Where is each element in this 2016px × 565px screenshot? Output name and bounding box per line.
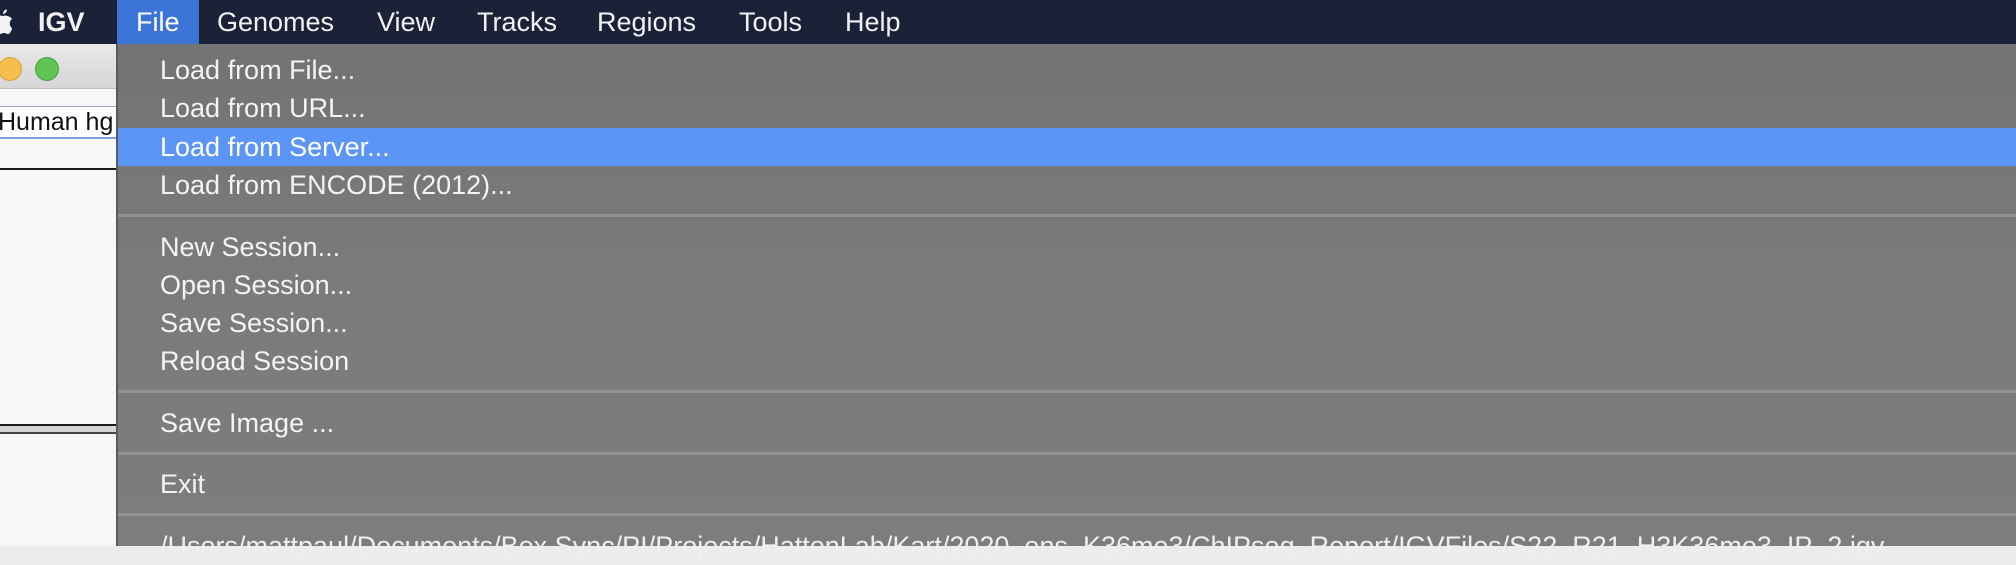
window-titlebar [0,44,118,89]
genome-dropdown-value: Human hg [0,108,114,136]
menu-separator [118,390,2016,393]
menu-tracks[interactable]: Tracks [458,0,576,44]
file-menu-dropdown: Load from File... Load from URL... Load … [116,44,2016,561]
panel-splitter[interactable] [0,424,118,434]
menu-item-recent-session[interactable]: /Users/mattpaul/Documents/Box Sync/PI/Pr… [118,527,2016,565]
menu-app-igv[interactable]: IGV [19,0,104,44]
menu-separator [118,214,2016,217]
menu-genomes[interactable]: Genomes [198,0,353,44]
menu-file[interactable]: File [117,0,199,44]
zoom-button[interactable] [35,57,59,81]
minimize-button[interactable] [0,57,22,81]
menu-item-save-session[interactable]: Save Session... [118,304,2016,342]
menu-separator [118,513,2016,516]
genome-dropdown[interactable]: Human hg [0,106,118,139]
menu-help[interactable]: Help [826,0,920,44]
menu-regions[interactable]: Regions [578,0,715,44]
menu-item-load-from-url[interactable]: Load from URL... [118,89,2016,127]
menubar: IGV File Genomes View Tracks Regions Too… [0,0,2016,44]
menu-separator [118,452,2016,455]
menu-item-exit[interactable]: Exit [118,465,2016,503]
menu-item-load-from-encode[interactable]: Load from ENCODE (2012)... [118,166,2016,204]
menu-item-save-image[interactable]: Save Image ... [118,404,2016,442]
menu-item-open-session[interactable]: Open Session... [118,266,2016,304]
apple-icon[interactable] [0,9,12,35]
menu-tools[interactable]: Tools [720,0,821,44]
igv-main-window: Human hg [0,44,118,546]
menu-item-load-from-file[interactable]: Load from File... [118,51,2016,89]
menu-item-load-from-server[interactable]: Load from Server... [118,128,2016,166]
menu-item-new-session[interactable]: New Session... [118,228,2016,266]
menu-item-reload-session[interactable]: Reload Session [118,342,2016,380]
panel-divider [0,168,118,170]
menu-view[interactable]: View [358,0,454,44]
